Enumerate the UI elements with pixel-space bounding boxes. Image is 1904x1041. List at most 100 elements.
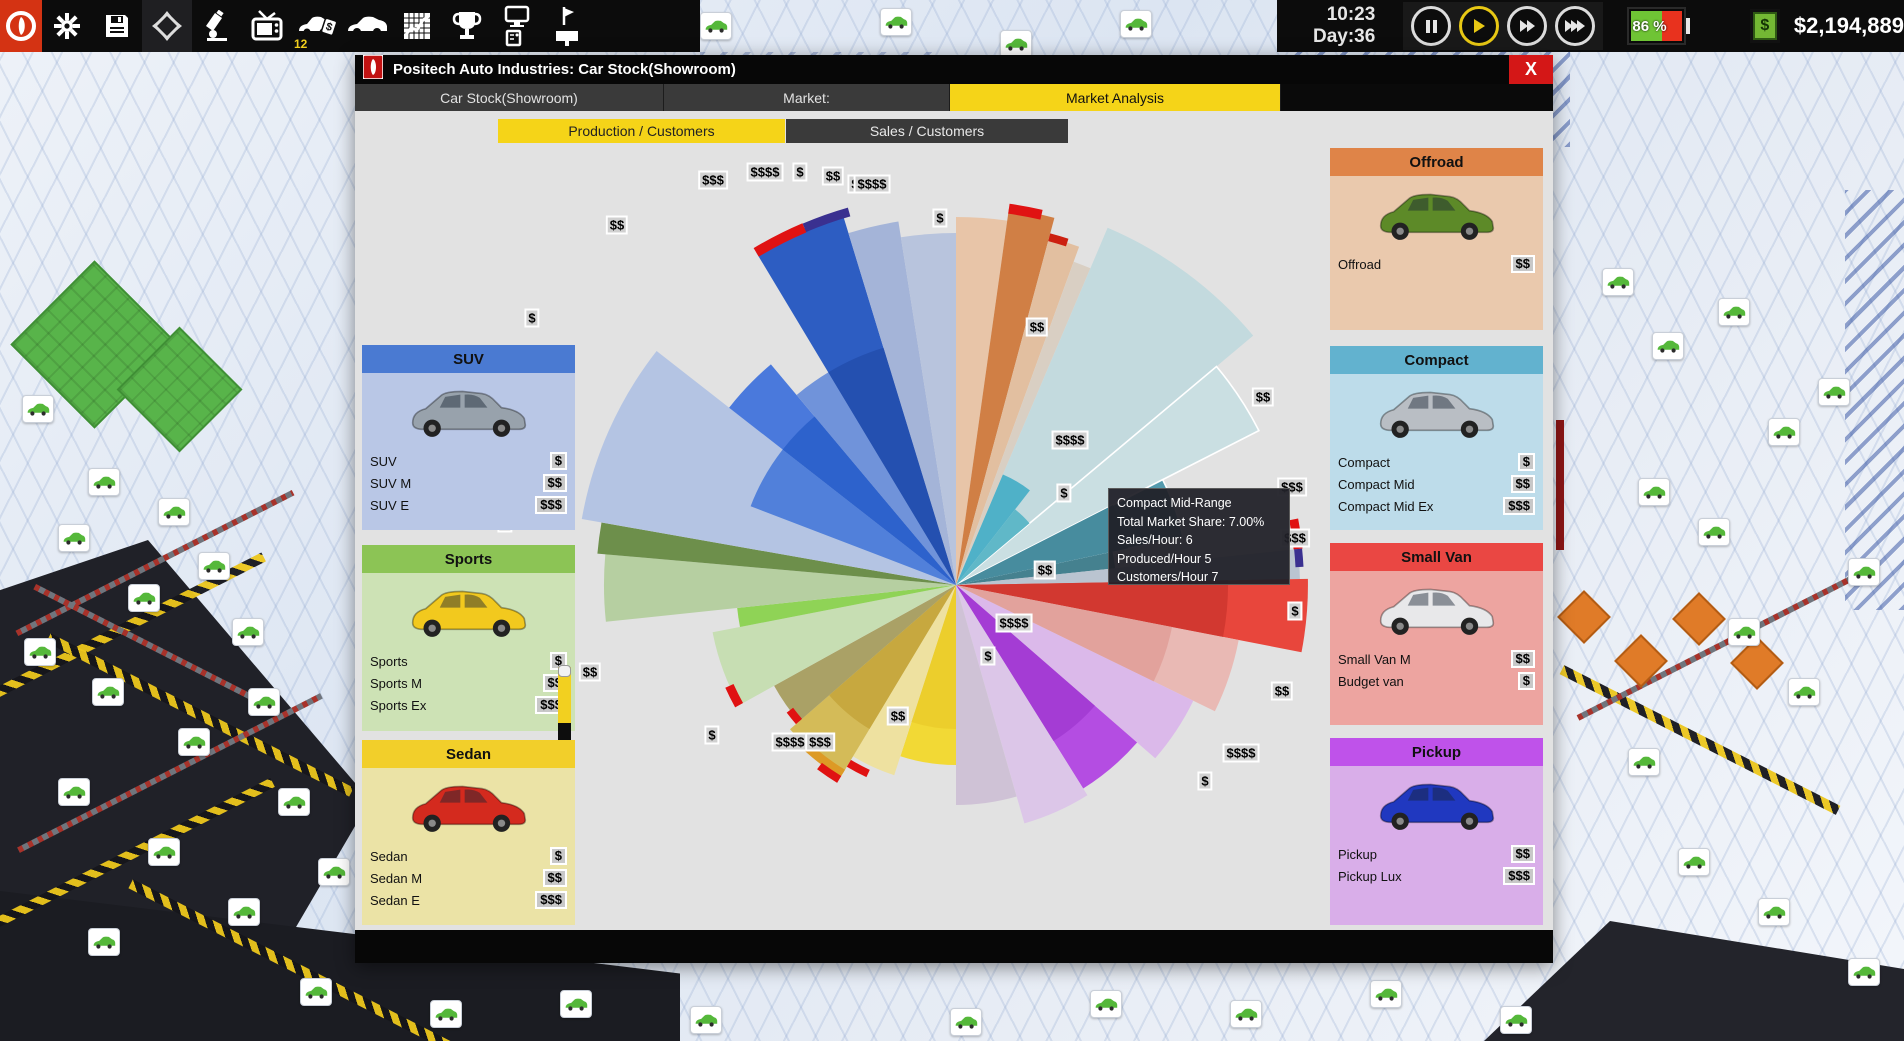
pallet-tile [1557,590,1611,644]
main-menu-button[interactable] [0,0,42,52]
finished-car-card [1728,618,1760,646]
sale-count-badge: 12 [294,37,308,51]
panel-body: Sports $ Sports M $$ Sports Ex $$$ [362,573,575,761]
finished-car-card [278,788,310,816]
tooltip-customers-per-hour: Customers/Hour 7 [1117,570,1219,584]
settings-button[interactable] [42,0,92,52]
tab-car-stock[interactable]: Car Stock(Showroom) [355,84,664,111]
pause-button[interactable] [1411,6,1452,46]
vehicle-design-button[interactable] [342,0,392,52]
model-row: SUV $ [370,451,567,471]
model-name: SUV M [370,475,412,491]
fastest-forward-button[interactable] [1555,6,1596,46]
finished-car-card [22,395,54,423]
model-row: Budget van $ [1338,671,1535,691]
model-name: Sedan M [370,870,423,886]
model-row: SUV M $$ [370,473,567,493]
achievements-trophy-button[interactable] [442,0,492,52]
finished-car-card [1788,678,1820,706]
game-clock: 10:23 Day:36 [1313,4,1375,48]
finished-car-card [178,728,210,756]
model-row: Offroad $$ [1338,254,1535,274]
category-panel-compact: Compact Compact $ Compact Mid $$ Compact… [1330,346,1543,530]
finished-car-card [880,8,912,36]
car-image [404,579,534,645]
expand-view-button[interactable] [142,0,192,52]
finished-car-card [1848,558,1880,586]
finished-car-card [232,618,264,646]
play-button[interactable] [1459,6,1500,46]
finished-car-card [1628,748,1660,776]
save-button[interactable] [92,0,142,52]
model-row: Pickup Lux $$$ [1338,866,1535,886]
scrollbar-thumb[interactable] [558,665,571,677]
displays-button[interactable] [492,0,542,52]
fast-forward-button[interactable] [1507,6,1548,46]
panel-title: Sedan [362,740,575,768]
dialog-logo-icon [362,54,384,84]
pie-rim-arc [1008,203,1043,220]
panel-body: Sedan $ Sedan M $$ Sedan E $$$ [362,768,575,925]
finished-car-card [1698,518,1730,546]
pallet-tile [1672,592,1726,646]
tab-market-analysis[interactable]: Market Analysis [950,84,1281,111]
panel-body: Pickup $$ Pickup Lux $$$ [1330,766,1543,925]
panel-title: SUV [362,345,575,373]
model-price-badge: $$$ [535,496,567,514]
signage-button[interactable] [542,0,592,52]
panel-title: Sports [362,545,575,573]
dialog-tabs: Car Stock(Showroom) Market: Market Analy… [355,84,1553,111]
finished-car-card [1090,990,1122,1018]
model-price-badge: $$ [1510,845,1535,863]
stats-chart-button[interactable] [392,0,442,52]
model-price-badge: $$$ [1503,497,1535,515]
research-button[interactable] [192,0,242,52]
model-price-badge: $$$ [535,891,567,909]
finished-car-card [198,552,230,580]
panel-title: Small Van [1330,543,1543,571]
finished-car-card [58,778,90,806]
model-row: Sports Ex $$$ [370,695,567,715]
panel-title: Compact [1330,346,1543,374]
battery-percent: 86 % [1632,17,1667,35]
model-row: Compact Mid $$ [1338,474,1535,494]
finished-car-card [1768,418,1800,446]
finished-car-card [318,858,350,886]
finished-car-card [1848,958,1880,986]
slice-tooltip: Compact Mid-Range Total Market Share: 7.… [1108,488,1290,585]
pie-rim-arc [846,759,870,778]
car-stock-dialog: Positech Auto Industries: Car Stock(Show… [355,54,1553,963]
finished-car-card [560,990,592,1018]
tooltip-sales-per-hour: Sales/Hour: 6 [1117,533,1193,547]
car-image [1372,380,1502,446]
clock-day: Day:36 [1313,26,1376,47]
marketing-tv-button[interactable] [242,0,292,52]
factory-truss [1845,190,1904,610]
model-name: Pickup Lux [1338,868,1402,884]
model-name: Sedan E [370,892,420,908]
finished-car-card [228,898,260,926]
model-name: Budget van [1338,673,1404,689]
top-toolbar: $ 12 [0,0,700,52]
category-panel-sports: Sports Sports $ Sports M $$ Sports Ex $$… [362,545,575,761]
finished-car-card [1652,332,1684,360]
close-button[interactable]: X [1509,55,1553,84]
pie-rim-arc [1294,548,1304,568]
car-sales-button[interactable]: $ 12 [292,0,342,52]
pie-rim-arc [1048,233,1069,247]
model-row: Small Van M $$ [1338,649,1535,669]
finished-car-card [128,584,160,612]
market-analysis-content: Production / Customers Sales / Customers… [355,111,1553,930]
model-name: Sports [370,653,408,669]
category-panel-sedan: Sedan Sedan $ Sedan M $$ Sedan E $$$ [362,740,575,925]
top-status-bar: 10:23 Day:36 86 % $ $2,194,889 [1277,0,1904,52]
tab-market[interactable]: Market: [664,84,950,111]
model-price-badge: $$ [1510,650,1535,668]
category-panel-small-van: Small Van Small Van M $$ Budget van $ [1330,543,1543,725]
panel-title: Offroad [1330,148,1543,176]
conveyor-line [1576,565,1874,721]
finished-car-card [1370,980,1402,1008]
model-row: Sedan M $$ [370,868,567,888]
car-image [1372,772,1502,838]
panel-title: Pickup [1330,738,1543,766]
